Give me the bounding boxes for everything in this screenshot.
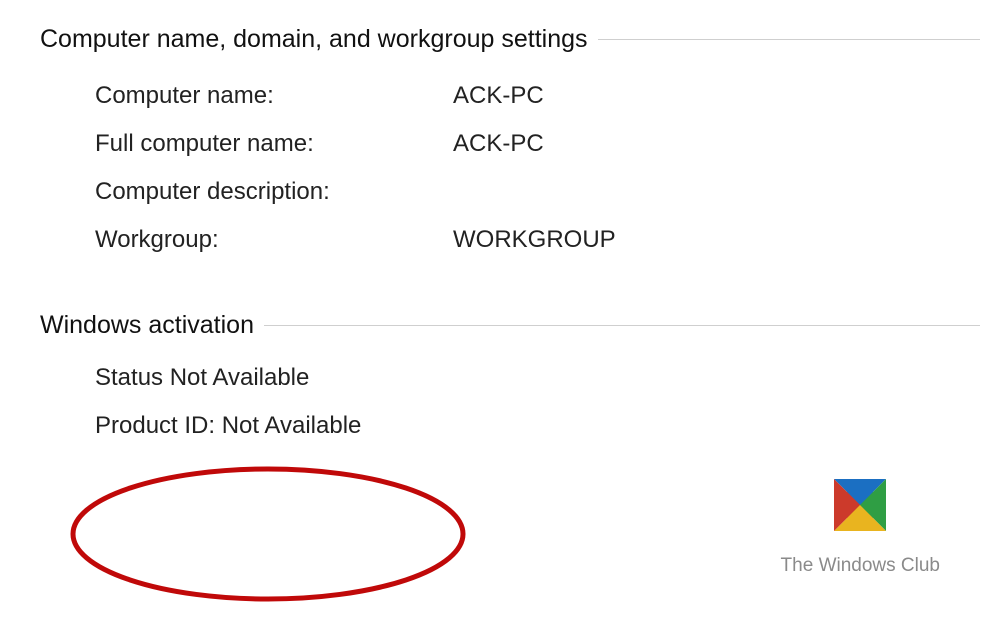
divider — [598, 39, 980, 40]
value-workgroup: WORKGROUP — [453, 226, 616, 254]
section-title-activation: Windows activation — [40, 311, 254, 340]
label-workgroup: Workgroup: — [95, 226, 453, 254]
value-full-computer-name: ACK-PC — [453, 130, 544, 158]
section-title-computer: Computer name, domain, and workgroup set… — [40, 25, 588, 54]
section-windows-activation: Windows activation Status Not Available … — [0, 286, 1000, 446]
row-workgroup: Workgroup: WORKGROUP — [95, 216, 980, 264]
label-computer-description: Computer description: — [95, 178, 453, 206]
activation-status-line: Status Not Available — [95, 358, 980, 398]
branding-block: The Windows Club — [781, 475, 940, 577]
section-computer-settings: Computer name, domain, and workgroup set… — [0, 0, 1000, 264]
section-header-activation: Windows activation — [40, 286, 980, 358]
label-computer-name: Computer name: — [95, 82, 453, 110]
row-full-computer-name: Full computer name: ACK-PC — [95, 120, 980, 168]
computer-settings-rows: Computer name: ACK-PC Full computer name… — [40, 72, 980, 264]
row-computer-name: Computer name: ACK-PC — [95, 72, 980, 120]
branding-text: The Windows Club — [781, 555, 940, 577]
activation-product-id-line: Product ID: Not Available — [95, 398, 980, 446]
annotation-ellipse — [68, 462, 468, 607]
row-computer-description: Computer description: — [95, 168, 980, 216]
value-computer-name: ACK-PC — [453, 82, 544, 110]
windows-club-logo-icon — [830, 475, 890, 535]
activation-rows: Status Not Available Product ID: Not Ava… — [40, 358, 980, 446]
label-full-computer-name: Full computer name: — [95, 130, 453, 158]
section-header-computer: Computer name, domain, and workgroup set… — [40, 0, 980, 72]
divider — [264, 325, 980, 326]
